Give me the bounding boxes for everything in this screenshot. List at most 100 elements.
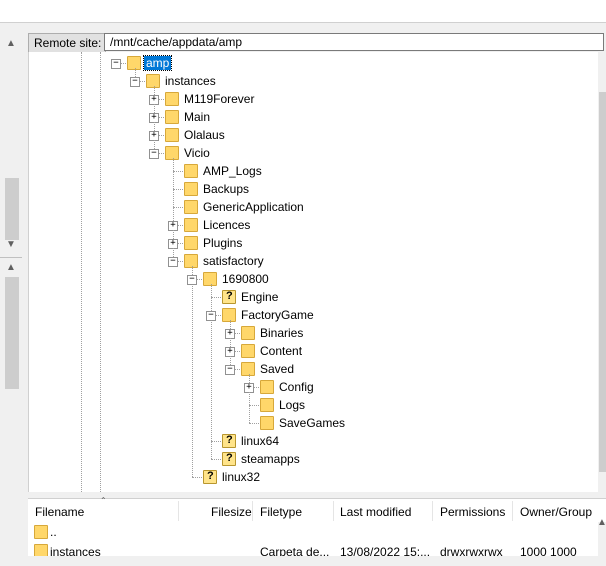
folder-icon xyxy=(165,146,179,160)
folder-icon xyxy=(260,398,274,412)
folder-icon xyxy=(184,218,198,232)
tree-node-amp[interactable]: − amp xyxy=(29,54,589,72)
tree-node-label: satisfactory xyxy=(203,254,264,268)
tree-node-linux32[interactable]: linux32 xyxy=(29,468,589,486)
tree-node-saved[interactable]: − Saved xyxy=(29,360,589,378)
file-list-header: ⌃ Filename Filesize Filetype Last modifi… xyxy=(28,496,606,524)
column-last-modified[interactable]: Last modified xyxy=(340,505,411,519)
tree-node-label: GenericApplication xyxy=(203,200,304,214)
unknown-folder-icon xyxy=(222,452,236,466)
local-list-scroll-thumb[interactable] xyxy=(5,277,19,389)
remote-tree-scroll-thumb[interactable] xyxy=(599,92,606,472)
tree-node-savegames[interactable]: SaveGames xyxy=(29,414,589,432)
folder-icon xyxy=(203,272,217,286)
tree-node-label: Binaries xyxy=(260,326,304,340)
scroll-down-icon[interactable]: ▼ xyxy=(4,238,18,252)
folder-icon xyxy=(260,416,274,430)
tree-node-label: Logs xyxy=(279,398,306,412)
tree-node-label: Engine xyxy=(241,290,279,304)
tree-node-steamapps[interactable]: steamapps xyxy=(29,450,589,468)
column-separator xyxy=(512,501,513,521)
collapse-icon[interactable]: − xyxy=(168,257,178,267)
tree-node-factorygame[interactable]: − FactoryGame xyxy=(29,306,589,324)
tree-node-satisfactory[interactable]: − satisfactory xyxy=(29,252,589,270)
remote-tree-scrollbar[interactable] xyxy=(598,52,606,492)
file-list-vscrollbar[interactable]: ▲ xyxy=(597,517,606,566)
tree-node-1690800[interactable]: − 1690800 xyxy=(29,270,589,288)
tree-node-label: Olalaus xyxy=(184,128,225,142)
tree-node-licences[interactable]: + Licences xyxy=(29,216,589,234)
column-separator xyxy=(432,501,433,521)
folder-icon xyxy=(222,308,236,322)
collapse-icon[interactable]: − xyxy=(206,311,216,321)
folder-icon xyxy=(184,164,198,178)
tree-node-label: instances xyxy=(165,74,216,88)
collapse-icon[interactable]: − xyxy=(187,275,197,285)
tree-node-label: steamapps xyxy=(241,452,300,466)
folder-icon xyxy=(165,128,179,142)
local-tree-scroll-thumb[interactable] xyxy=(5,178,19,240)
scroll-up-icon[interactable]: ▲ xyxy=(4,37,18,51)
folder-icon xyxy=(127,56,141,70)
column-separator xyxy=(333,501,334,521)
collapse-icon[interactable]: − xyxy=(225,365,235,375)
folder-icon xyxy=(165,110,179,124)
collapse-icon[interactable]: − xyxy=(130,77,140,87)
scroll-up-icon[interactable]: ▲ xyxy=(595,516,606,530)
folder-icon xyxy=(241,362,255,376)
tree-node-olalaus[interactable]: + Olalaus xyxy=(29,126,589,144)
tree-node-m119forever[interactable]: + M119Forever xyxy=(29,90,589,108)
tree-node-binaries[interactable]: + Binaries xyxy=(29,324,589,342)
tree-node-label: amp xyxy=(142,55,173,71)
column-filesize[interactable]: Filesize xyxy=(211,505,252,519)
file-list-hscrollbar[interactable] xyxy=(28,556,598,566)
folder-icon xyxy=(184,200,198,214)
tree-node-label: Content xyxy=(260,344,303,358)
column-separator xyxy=(178,501,179,521)
remote-directory-tree[interactable]: − amp − instances + M119Forever + Main + Olalaus −… xyxy=(28,52,599,492)
unknown-folder-icon xyxy=(203,470,217,484)
tree-node-main[interactable]: + Main xyxy=(29,108,589,126)
column-filename[interactable]: Filename xyxy=(35,505,84,519)
folder-icon xyxy=(184,254,198,268)
column-permissions[interactable]: Permissions xyxy=(440,505,505,519)
tree-node-engine[interactable]: Engine xyxy=(29,288,589,306)
tree-node-label: Main xyxy=(184,110,211,124)
column-separator xyxy=(252,501,253,521)
column-owner-group[interactable]: Owner/Group xyxy=(520,505,592,519)
remote-site-label: Remote site: xyxy=(34,36,102,50)
tree-node-logs[interactable]: Logs xyxy=(29,396,589,414)
scroll-up-icon[interactable]: ▲ xyxy=(4,261,18,275)
tree-node-label: Saved xyxy=(260,362,295,376)
tree-node-label: M119Forever xyxy=(184,92,255,106)
top-strip xyxy=(0,0,606,23)
tree-node-label: Plugins xyxy=(203,236,243,250)
tree-node-content[interactable]: + Content xyxy=(29,342,589,360)
tree-node-vicio[interactable]: − Vicio xyxy=(29,144,589,162)
tree-node-backups[interactable]: Backups xyxy=(29,180,589,198)
tree-node-label: Vicio xyxy=(184,146,210,160)
tree-node-label: Config xyxy=(279,380,314,394)
tree-node-genericapplication[interactable]: GenericApplication xyxy=(29,198,589,216)
tree-node-label: FactoryGame xyxy=(241,308,314,322)
column-filetype[interactable]: Filetype xyxy=(260,505,302,519)
tree-node-linux64[interactable]: linux64 xyxy=(29,432,589,450)
remote-path-input[interactable] xyxy=(104,33,604,51)
folder-icon xyxy=(241,344,255,358)
folder-icon xyxy=(184,236,198,250)
unknown-folder-icon xyxy=(222,434,236,448)
collapse-icon[interactable]: − xyxy=(149,149,159,159)
tree-node-label: 1690800 xyxy=(222,272,269,286)
collapse-icon[interactable]: − xyxy=(111,59,121,69)
unknown-folder-icon xyxy=(222,290,236,304)
folder-icon xyxy=(241,326,255,340)
folder-icon xyxy=(260,380,274,394)
tree-node-label: linux32 xyxy=(222,470,261,484)
tree-node-instances[interactable]: − instances xyxy=(29,72,589,90)
tree-node-plugins[interactable]: + Plugins xyxy=(29,234,589,252)
local-pane: ▲ ▼ ▲ xyxy=(0,33,22,566)
list-item[interactable]: .. xyxy=(28,523,598,541)
sort-up-icon: ⌃ xyxy=(100,496,107,505)
tree-node-amp-logs[interactable]: AMP_Logs xyxy=(29,162,589,180)
tree-node-config[interactable]: + Config xyxy=(29,378,589,396)
